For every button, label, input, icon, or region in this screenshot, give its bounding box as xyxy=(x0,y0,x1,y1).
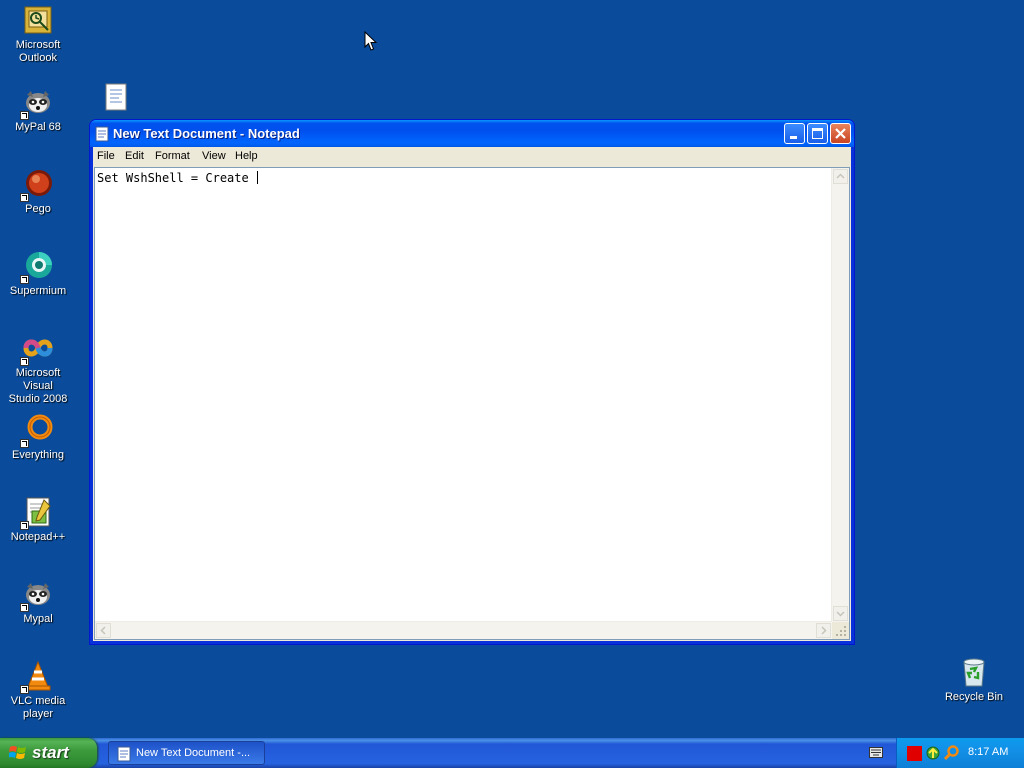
desktop-icon-supermium[interactable]: Supermium xyxy=(0,250,76,298)
shortcut-arrow-icon xyxy=(20,685,29,694)
shortcut-arrow-icon xyxy=(20,439,29,448)
vertical-scrollbar[interactable] xyxy=(831,168,849,622)
tray-app-icon[interactable] xyxy=(907,746,922,761)
notepad-icon xyxy=(117,746,131,762)
raccoon-icon xyxy=(20,86,54,120)
title-bar[interactable]: New Text Document - Notepad xyxy=(90,120,854,147)
maximize-button[interactable] xyxy=(807,123,828,144)
desktop-icon-vlc[interactable]: VLC media player xyxy=(0,660,76,721)
taskbar-item-label: New Text Document -... xyxy=(136,747,251,759)
scroll-left-button[interactable] xyxy=(96,623,111,638)
start-label: start xyxy=(32,743,69,762)
desktop-icon-label: Microsoft Visual Studio 2008 xyxy=(8,367,68,405)
window-client-area: File Edit Format View Help Set WshShell … xyxy=(93,147,851,641)
network-update-icon[interactable] xyxy=(925,745,941,761)
system-tray: 8:17 AM xyxy=(896,738,1024,768)
desktop-icon-label: Mypal xyxy=(23,613,53,625)
resize-grip-icon[interactable] xyxy=(832,622,849,639)
window-title: New Text Document - Notepad xyxy=(113,126,300,141)
start-button[interactable]: start xyxy=(0,738,97,768)
outlook-icon xyxy=(22,4,54,36)
notepad-window[interactable]: New Text Document - Notepad File Edit Fo… xyxy=(89,119,855,645)
visual-studio-icon xyxy=(20,332,54,366)
pego-icon xyxy=(20,168,54,202)
desktop-icon-label: Recycle Bin xyxy=(944,691,1004,703)
desktop-icon-label: VLC media player xyxy=(10,695,66,720)
desktop-icon-mypal68[interactable]: MyPal 68 xyxy=(0,86,76,134)
shortcut-arrow-icon xyxy=(20,193,29,202)
desktop-icon-notepadpp[interactable]: Notepad++ xyxy=(0,496,76,544)
menu-help[interactable]: Help xyxy=(235,150,258,162)
supermium-icon xyxy=(20,250,54,284)
everything-icon xyxy=(20,414,54,448)
document-file-icon[interactable] xyxy=(105,83,127,111)
desktop-icon-label: MyPal 68 xyxy=(15,121,61,133)
editor-text: Set WshShell = Create xyxy=(97,171,258,185)
shortcut-arrow-icon xyxy=(20,603,29,612)
desktop-icon-pego[interactable]: Pego xyxy=(0,168,76,216)
vlc-cone-icon xyxy=(20,660,54,694)
notepadpp-icon xyxy=(20,496,54,530)
keyboard-icon[interactable] xyxy=(869,747,883,758)
scroll-down-button[interactable] xyxy=(833,606,848,621)
editor-text-value: Set WshShell = Create xyxy=(97,171,256,185)
horizontal-scrollbar[interactable] xyxy=(95,621,832,639)
notepad-icon xyxy=(95,126,109,142)
desktop-icon-recycle-bin[interactable]: Recycle Bin xyxy=(936,656,1012,704)
desktop-icon-label: Microsoft Outlook xyxy=(15,39,61,64)
scroll-right-button[interactable] xyxy=(816,623,831,638)
menu-edit[interactable]: Edit xyxy=(125,150,144,162)
mouse-cursor-icon xyxy=(364,30,378,52)
clock: 8:17 AM xyxy=(968,746,1009,758)
taskbar-item-notepad[interactable]: New Text Document -... xyxy=(108,741,265,765)
close-button[interactable] xyxy=(830,123,851,144)
desktop-icon-label: Supermium xyxy=(9,285,67,297)
minimize-button[interactable] xyxy=(784,123,805,144)
text-caret xyxy=(256,171,258,184)
menu-format[interactable]: Format xyxy=(155,150,190,162)
menu-file[interactable]: File xyxy=(97,150,115,162)
desktop-icon-label: Notepad++ xyxy=(10,531,66,543)
taskbar: start New Text Document -... 8:17 AM xyxy=(0,738,1024,768)
desktop-icon-label: Everything xyxy=(12,449,64,461)
shortcut-arrow-icon xyxy=(20,111,29,120)
desktop-icon-outlook[interactable]: Microsoft Outlook xyxy=(0,4,76,65)
recycle-bin-icon xyxy=(958,656,990,688)
raccoon-icon xyxy=(20,578,54,612)
desktop-icon-mypal[interactable]: Mypal xyxy=(0,578,76,626)
windows-flag-icon xyxy=(8,744,27,762)
search-magnifier-icon[interactable] xyxy=(943,745,960,761)
desktop-icon-label: Pego xyxy=(25,203,51,215)
menu-view[interactable]: View xyxy=(202,150,226,162)
scroll-up-button[interactable] xyxy=(833,169,848,184)
shortcut-arrow-icon xyxy=(20,357,29,366)
text-editor[interactable]: Set WshShell = Create xyxy=(94,167,850,640)
shortcut-arrow-icon xyxy=(20,275,29,284)
desktop-icon-visual-studio[interactable]: Microsoft Visual Studio 2008 xyxy=(0,332,76,406)
menu-bar: File Edit Format View Help xyxy=(93,147,851,166)
shortcut-arrow-icon xyxy=(20,521,29,530)
desktop-icon-everything[interactable]: Everything xyxy=(0,414,76,462)
